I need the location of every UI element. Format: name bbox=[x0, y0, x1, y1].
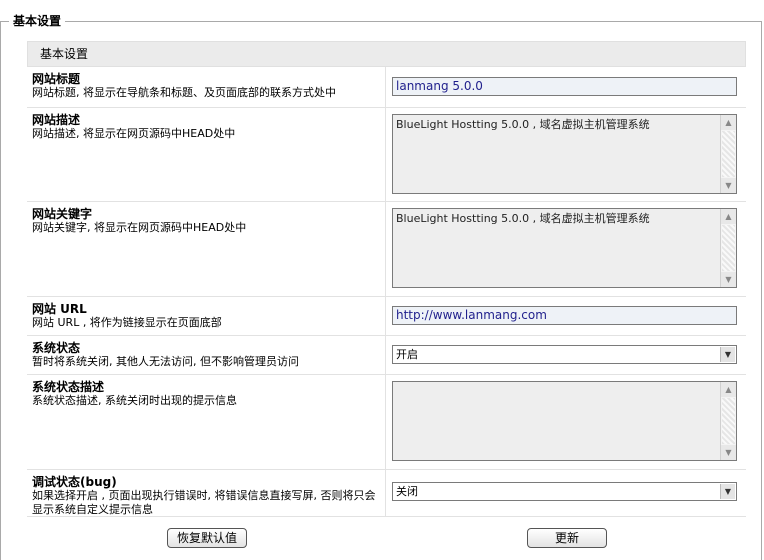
chevron-down-icon[interactable]: ▼ bbox=[720, 484, 735, 499]
system-status-desc-desc: 系统状态描述, 系统关闭时出现的提示信息 bbox=[32, 394, 237, 407]
site-url-input[interactable]: http://www.lanmang.com bbox=[392, 306, 737, 325]
chevron-down-icon[interactable]: ▼ bbox=[720, 347, 735, 362]
column-divider bbox=[385, 297, 386, 335]
scroll-down-icon[interactable]: ▼ bbox=[721, 178, 736, 193]
fieldset-legend: 基本设置 bbox=[9, 13, 66, 29]
system-status-selected: 开启 bbox=[396, 348, 418, 361]
scrollbar[interactable]: ▲ ▼ bbox=[720, 209, 736, 287]
system-status-label: 系统状态 暂时将系统关闭, 其他人无法访问, 但不影响管理员访问 bbox=[32, 341, 377, 369]
scroll-track[interactable] bbox=[722, 131, 735, 177]
fieldset-border-right bbox=[761, 21, 762, 560]
fieldset-border-top bbox=[0, 21, 762, 22]
scroll-track[interactable] bbox=[722, 398, 735, 444]
site-keywords-textarea[interactable]: BlueLight Hostting 5.0.0 , 域名虚拟主机管理系统 ▲ … bbox=[392, 208, 737, 288]
site-keywords-heading: 网站关键字 bbox=[32, 207, 93, 221]
site-keywords-label: 网站关键字 网站关键字, 将显示在网页源码中HEAD处中 bbox=[32, 207, 377, 235]
column-divider bbox=[385, 108, 386, 201]
system-status-select[interactable]: 开启 ▼ bbox=[392, 345, 737, 364]
row-site-keywords: 网站关键字 网站关键字, 将显示在网页源码中HEAD处中 BlueLight H… bbox=[27, 202, 746, 297]
system-status-desc-label: 系统状态描述 系统状态描述, 系统关闭时出现的提示信息 bbox=[32, 380, 377, 408]
debug-status-label: 调试状态(bug) 如果选择开启 , 页面出现执行错误时, 将错误信息直接写屏,… bbox=[32, 475, 377, 517]
row-site-url: 网站 URL 网站 URL , 将作为链接显示在页面底部 http://www.… bbox=[27, 297, 746, 336]
row-system-status: 系统状态 暂时将系统关闭, 其他人无法访问, 但不影响管理员访问 开启 ▼ bbox=[27, 336, 746, 375]
site-url-desc: 网站 URL , 将作为链接显示在页面底部 bbox=[32, 316, 222, 329]
site-title-heading: 网站标题 bbox=[32, 72, 81, 86]
scroll-down-icon[interactable]: ▼ bbox=[721, 272, 736, 287]
system-status-desc-textarea[interactable]: ▲ ▼ bbox=[392, 381, 737, 461]
row-site-desc: 网站描述 网站描述, 将显示在网页源码中HEAD处中 BlueLight Hos… bbox=[27, 108, 746, 202]
column-divider bbox=[385, 336, 386, 374]
site-url-label: 网站 URL 网站 URL , 将作为链接显示在页面底部 bbox=[32, 302, 377, 330]
column-divider bbox=[385, 202, 386, 296]
site-url-heading: 网站 URL bbox=[32, 302, 87, 316]
update-button[interactable]: 更新 bbox=[527, 528, 607, 548]
scroll-down-icon[interactable]: ▼ bbox=[721, 445, 736, 460]
scroll-up-icon[interactable]: ▲ bbox=[721, 115, 736, 130]
scrollbar[interactable]: ▲ ▼ bbox=[720, 382, 736, 460]
scroll-up-icon[interactable]: ▲ bbox=[721, 382, 736, 397]
restore-defaults-button[interactable]: 恢复默认值 bbox=[167, 528, 247, 548]
debug-status-selected: 关闭 bbox=[396, 485, 418, 498]
column-divider bbox=[385, 67, 386, 107]
scroll-track[interactable] bbox=[722, 225, 735, 271]
site-title-desc: 网站标题, 将显示在导航条和标题、及页面底部的联系方式处中 bbox=[32, 86, 336, 99]
debug-status-desc: 如果选择开启 , 页面出现执行错误时, 将错误信息直接写屏, 否则将只会显示系统… bbox=[32, 489, 376, 516]
site-desc-value: BlueLight Hostting 5.0.0 , 域名虚拟主机管理系统 bbox=[396, 118, 650, 131]
site-title-input[interactable]: lanmang 5.0.0 bbox=[392, 77, 737, 96]
site-desc-textarea[interactable]: BlueLight Hostting 5.0.0 , 域名虚拟主机管理系统 ▲ … bbox=[392, 114, 737, 194]
row-debug-status: 调试状态(bug) 如果选择开启 , 页面出现执行错误时, 将错误信息直接写屏,… bbox=[27, 470, 746, 517]
scrollbar[interactable]: ▲ ▼ bbox=[720, 115, 736, 193]
column-divider bbox=[385, 375, 386, 469]
system-status-heading: 系统状态 bbox=[32, 341, 81, 355]
site-desc-label: 网站描述 网站描述, 将显示在网页源码中HEAD处中 bbox=[32, 113, 377, 141]
row-system-status-desc: 系统状态描述 系统状态描述, 系统关闭时出现的提示信息 ▲ ▼ bbox=[27, 375, 746, 470]
site-keywords-value: BlueLight Hostting 5.0.0 , 域名虚拟主机管理系统 bbox=[396, 212, 650, 225]
site-title-label: 网站标题 网站标题, 将显示在导航条和标题、及页面底部的联系方式处中 bbox=[32, 72, 377, 100]
panel-header: 基本设置 bbox=[27, 41, 746, 67]
column-divider bbox=[385, 470, 386, 516]
fieldset-border-left bbox=[0, 21, 1, 560]
settings-panel: 基本设置 网站标题 网站标题, 将显示在导航条和标题、及页面底部的联系方式处中 … bbox=[27, 41, 746, 517]
site-desc-desc: 网站描述, 将显示在网页源码中HEAD处中 bbox=[32, 127, 236, 140]
system-status-desc-heading: 系统状态描述 bbox=[32, 380, 105, 394]
scroll-up-icon[interactable]: ▲ bbox=[721, 209, 736, 224]
site-keywords-desc: 网站关键字, 将显示在网页源码中HEAD处中 bbox=[32, 221, 247, 234]
site-desc-heading: 网站描述 bbox=[32, 113, 81, 127]
system-status-desc: 暂时将系统关闭, 其他人无法访问, 但不影响管理员访问 bbox=[32, 355, 299, 368]
debug-status-heading: 调试状态(bug) bbox=[32, 475, 117, 489]
row-site-title: 网站标题 网站标题, 将显示在导航条和标题、及页面底部的联系方式处中 lanma… bbox=[27, 67, 746, 108]
debug-status-select[interactable]: 关闭 ▼ bbox=[392, 482, 737, 501]
